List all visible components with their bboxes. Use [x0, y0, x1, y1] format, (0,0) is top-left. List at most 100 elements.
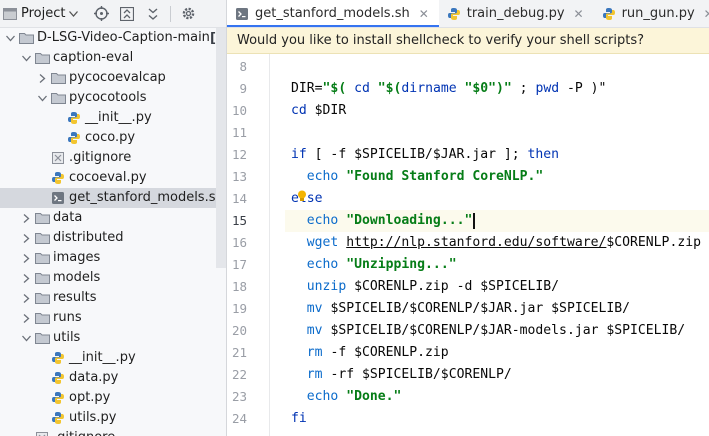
tree-item[interactable]: cocoeval.py: [0, 168, 216, 188]
code-token: cd: [354, 81, 370, 96]
collapse-all-icon[interactable]: [114, 0, 140, 28]
tree-item[interactable]: pycocoevalcap: [0, 68, 216, 88]
line-number: 9: [239, 81, 247, 96]
project-toolbar: Project: [0, 0, 226, 28]
code-line[interactable]: rm -f $CORENLP.zip: [285, 342, 709, 364]
tree-item[interactable]: data.py: [0, 368, 216, 388]
tree-item[interactable]: pycocotools: [0, 88, 216, 108]
tree-item[interactable]: coco.py: [0, 128, 216, 148]
tree-item[interactable]: __init__.py: [0, 348, 216, 368]
chevron-down-icon[interactable]: [36, 88, 48, 108]
tree-item[interactable]: .gitignore: [0, 148, 216, 168]
chevron-right-icon[interactable]: [20, 308, 32, 328]
line-number-gutter: 8 9 10 11 12 13 14 15 16 17 18 19 20 21 22 23 24: [227, 54, 285, 436]
tree-item[interactable]: distributed: [0, 228, 216, 248]
tree-item[interactable]: utils: [0, 328, 216, 348]
chevron-right-icon[interactable]: [20, 288, 32, 308]
chevron-right-icon[interactable]: [20, 248, 32, 268]
folder-icon: [34, 310, 50, 326]
code-token: DIR=: [291, 81, 323, 96]
code-token: "$(: [322, 81, 355, 96]
tree-item[interactable]: .gitignore: [0, 428, 216, 436]
code-line[interactable]: else: [285, 188, 709, 210]
tree-item[interactable]: __init__.py: [0, 108, 216, 128]
code-token: echo: [306, 169, 339, 184]
code-line[interactable]: fi: [285, 408, 709, 430]
code-token: "Downloading...": [346, 213, 473, 228]
tree-item-label: coco.py: [85, 130, 136, 145]
code-line[interactable]: [285, 122, 709, 144]
editor-tabs: get_stanford_models.sh ✕ train_debug.py ✕ ru…: [227, 0, 709, 28]
project-title-label: Project: [21, 6, 66, 21]
chevron-down-icon[interactable]: [20, 48, 32, 68]
tree-scrollbar[interactable]: [216, 28, 226, 268]
code-token: -rf $SPICELIB/$CORENLP/: [322, 367, 512, 382]
tree-item[interactable]: models: [0, 268, 216, 288]
shell-file-icon: [50, 190, 66, 206]
tree-item[interactable]: opt.py: [0, 388, 216, 408]
folder-icon: [50, 90, 66, 106]
tab-label: train_debug.py: [466, 6, 565, 21]
code-line[interactable]: echo "Downloading...": [285, 210, 709, 232]
chevron-right-icon[interactable]: [36, 68, 48, 88]
code-line[interactable]: [285, 56, 709, 78]
close-icon[interactable]: ✕: [702, 7, 709, 21]
chevron-down-icon[interactable]: [20, 328, 32, 348]
python-file-icon: [50, 390, 66, 406]
tree-item[interactable]: runs: [0, 308, 216, 328]
folder-icon: [34, 270, 50, 286]
tree-item[interactable]: results: [0, 288, 216, 308]
editor-tab[interactable]: run_gun.py ✕: [594, 0, 709, 27]
tree-item[interactable]: utils.py: [0, 408, 216, 428]
chevron-down-icon[interactable]: [4, 28, 16, 48]
chevron-right-icon[interactable]: [20, 228, 32, 248]
tree-item[interactable]: get_stanford_models.sh: [0, 188, 226, 208]
code-token: $CORENLP.zip -d $SPICELIB/: [346, 279, 560, 294]
code-line[interactable]: cd $DIR: [285, 100, 709, 122]
code-token: rm: [306, 367, 323, 382]
line-number: 21: [231, 345, 247, 360]
line-number: 22: [231, 367, 247, 382]
code-line[interactable]: echo "Found Stanford CoreNLP.": [285, 166, 709, 188]
shellcheck-notice[interactable]: Would you like to install shellcheck to …: [227, 28, 709, 54]
intention-bulb-icon[interactable]: [297, 190, 307, 202]
folder-icon: [34, 330, 50, 346]
editor-tab[interactable]: get_stanford_models.sh ✕: [227, 0, 439, 27]
close-icon[interactable]: ✕: [572, 7, 586, 21]
code-line[interactable]: rm -rf $SPICELIB/$CORENLP/: [285, 364, 709, 386]
code-line[interactable]: echo "Unzipping...": [285, 254, 709, 276]
code-token: then: [527, 147, 560, 162]
code-token: fi: [291, 411, 307, 426]
project-icon: [2, 6, 18, 22]
code-line[interactable]: mv $SPICELIB/$CORENLP/$JAR.jar $SPICELIB…: [285, 298, 709, 320]
tree-item[interactable]: D-LSG-Video-Caption-main [video: [0, 28, 226, 48]
code-token: mv: [306, 301, 323, 316]
project-view-selector[interactable]: Project: [0, 0, 88, 28]
code-area[interactable]: DIR="$( cd "$(dirname "$0")" ; pwd -P )"…: [285, 54, 709, 436]
code-line[interactable]: unzip $CORENLP.zip -d $SPICELIB/: [285, 276, 709, 298]
tree-item[interactable]: data: [0, 208, 216, 228]
python-file-icon: [447, 7, 461, 21]
editor-tab[interactable]: train_debug.py ✕: [439, 0, 594, 27]
code-line[interactable]: DIR="$( cd "$(dirname "$0")" ; pwd -P )": [285, 78, 709, 100]
tree-item[interactable]: images: [0, 248, 216, 268]
expand-all-icon[interactable]: [140, 0, 166, 28]
tree-item-label: opt.py: [69, 390, 111, 405]
close-icon[interactable]: ✕: [417, 7, 431, 21]
chevron-right-icon[interactable]: [20, 268, 32, 288]
gear-icon[interactable]: [175, 0, 201, 28]
code-line[interactable]: mv $SPICELIB/$CORENLP/$JAR-models.jar $S…: [285, 320, 709, 342]
tree-item[interactable]: caption-eval: [0, 48, 216, 68]
code-line[interactable]: echo "Done.": [285, 386, 709, 408]
code-line[interactable]: wget http://nlp.stanford.edu/software/$C…: [285, 232, 709, 254]
chevron-right-icon[interactable]: [20, 208, 32, 228]
python-file-icon: [602, 7, 616, 21]
target-icon[interactable]: [88, 0, 114, 28]
code-line[interactable]: if [ -f $SPICELIB/$JAR.jar ]; then: [285, 144, 709, 166]
